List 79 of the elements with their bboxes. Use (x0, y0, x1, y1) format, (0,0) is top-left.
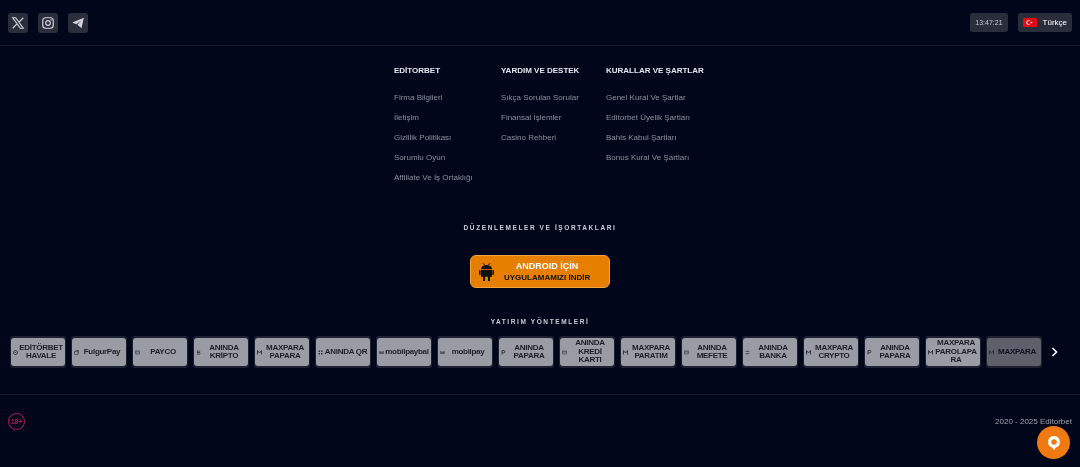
x-logo-icon (11, 15, 25, 30)
android-icon (479, 262, 494, 281)
footer-link[interactable]: Editorbet Üyelik Şartları (606, 113, 716, 122)
copyright-text: 2020 - 2025 Editorbet (995, 417, 1072, 426)
footer-link[interactable]: Bahis Kabul Şartları (606, 133, 716, 142)
payment-method-card[interactable]: MAXPARA PAROLAPARA (925, 336, 981, 368)
payment-method-card[interactable]: ANINDA KRİPTO (193, 336, 249, 368)
payment-name: ANINDA BANKA (757, 343, 789, 361)
payment-logo-icon (257, 349, 262, 355)
payment-name: ANINDA MEFETE (695, 343, 729, 361)
payment-name: ANINDA QR (324, 347, 368, 357)
payment-logo-icon (745, 349, 750, 355)
footer-link[interactable]: İletişim (394, 113, 501, 122)
payment-logo-icon (13, 349, 18, 355)
payment-logo-icon (501, 349, 506, 355)
payment-logo-icon (135, 349, 140, 355)
payment-logo-icon (806, 349, 811, 355)
payment-logo-icon (623, 349, 628, 355)
footer-link[interactable]: Genel Kural Ve Şartlar (606, 93, 716, 102)
footer-link[interactable]: Affiliate Ve İş Ortaklığı (394, 173, 501, 182)
footer-link[interactable]: Sorumlu Oyun (394, 153, 501, 162)
chat-button[interactable] (1037, 426, 1070, 459)
flag-icon (1022, 18, 1037, 27)
payment-method-card[interactable]: ANINDA QR (315, 336, 371, 368)
payment-method-card[interactable]: PAYCO (132, 336, 188, 368)
payment-name: MAXPARA CRYPTO (814, 343, 854, 361)
payment-logo-icon (379, 349, 384, 355)
payment-method-card[interactable]: mobilpaybal (376, 336, 432, 368)
chevron-right-icon[interactable] (1051, 347, 1058, 357)
language-button[interactable]: Türkçe (1017, 13, 1072, 32)
chat-bubble-icon (1046, 434, 1061, 451)
payment-name: ANINDA PAPARA (512, 343, 546, 361)
payment-name: mobilpaybal (385, 347, 429, 357)
payment-method-card[interactable]: FulgurPay (71, 336, 127, 368)
payment-name: PAYCO (149, 347, 177, 357)
paper-plane-icon (71, 15, 85, 30)
android-download-button[interactable]: ANDROID İÇİN UYGULAMAMIZI İNDİR (470, 255, 610, 288)
payment-method-card[interactable]: ANINDA PAPARA (498, 336, 554, 368)
column-heading: KURALLAR VE ŞARTLAR (606, 66, 705, 75)
payment-method-card[interactable]: ANINDA PAPARA (864, 336, 920, 368)
social-button[interactable] (68, 12, 88, 33)
footer-link[interactable]: Sıkça Sorulan Sorular (501, 93, 606, 102)
payment-method-card[interactable]: ANINDA KREDİ KARTI (559, 336, 615, 368)
column-heading: YARDIM VE DESTEK (501, 66, 581, 75)
payment-method-card[interactable]: ANINDA BANKA (742, 336, 798, 368)
payment-logo-icon (196, 349, 201, 355)
payment-logo-icon (684, 349, 689, 355)
payment-logo-icon (562, 349, 567, 355)
payment-method-card[interactable]: MAXPARA PAPARA (254, 336, 310, 368)
payment-name: ANINDA KRİPTO (208, 343, 240, 361)
instagram-icon (41, 15, 55, 30)
payment-method-card[interactable]: MAXPARA CRYPTO (803, 336, 859, 368)
payment-method-card[interactable]: mobilpay (437, 336, 493, 368)
payment-name: MAXPARA PAPARA (265, 343, 305, 361)
payment-name: MAXPARA (997, 347, 1037, 357)
footer-link[interactable]: Finansal İşlemler (501, 113, 606, 122)
payment-logo-icon (989, 349, 994, 355)
payment-method-card[interactable]: EDİTÖRBET HAVALE (10, 336, 66, 368)
footer-link[interactable]: Casino Rehberi (501, 133, 606, 142)
social-button[interactable] (38, 12, 58, 33)
payment-name: EDİTÖRBET HAVALE (19, 343, 63, 361)
payment-method-card[interactable]: ANINDA MEFETE (681, 336, 737, 368)
payment-name: MAXPARA PARATIM (631, 343, 671, 361)
footer-link[interactable]: Firma Bilgileri (394, 93, 501, 102)
payment-name: ANINDA PAPARA (878, 343, 912, 361)
social-button[interactable] (8, 12, 28, 33)
column-heading: EDİTORBET (394, 66, 442, 75)
payment-logo-icon (867, 349, 872, 355)
payment-logo-icon (928, 349, 933, 355)
payment-name: MAXPARA PAROLAPARA (934, 339, 978, 365)
payment-method-card[interactable]: MAXPARA PARATIM (620, 336, 676, 368)
footer-link[interactable]: Gizlilik Politikası (394, 133, 501, 142)
footer-link[interactable]: Bonus Kural Ve Şartları (606, 153, 716, 162)
payment-name: FulgurPay (82, 347, 122, 357)
payment-name: ANINDA KREDİ KARTI (574, 339, 606, 365)
payment-logo-icon (440, 349, 445, 355)
payment-name: mobilpay (450, 347, 486, 357)
payment-logo-icon (74, 349, 79, 355)
payment-logo-icon (318, 349, 323, 355)
